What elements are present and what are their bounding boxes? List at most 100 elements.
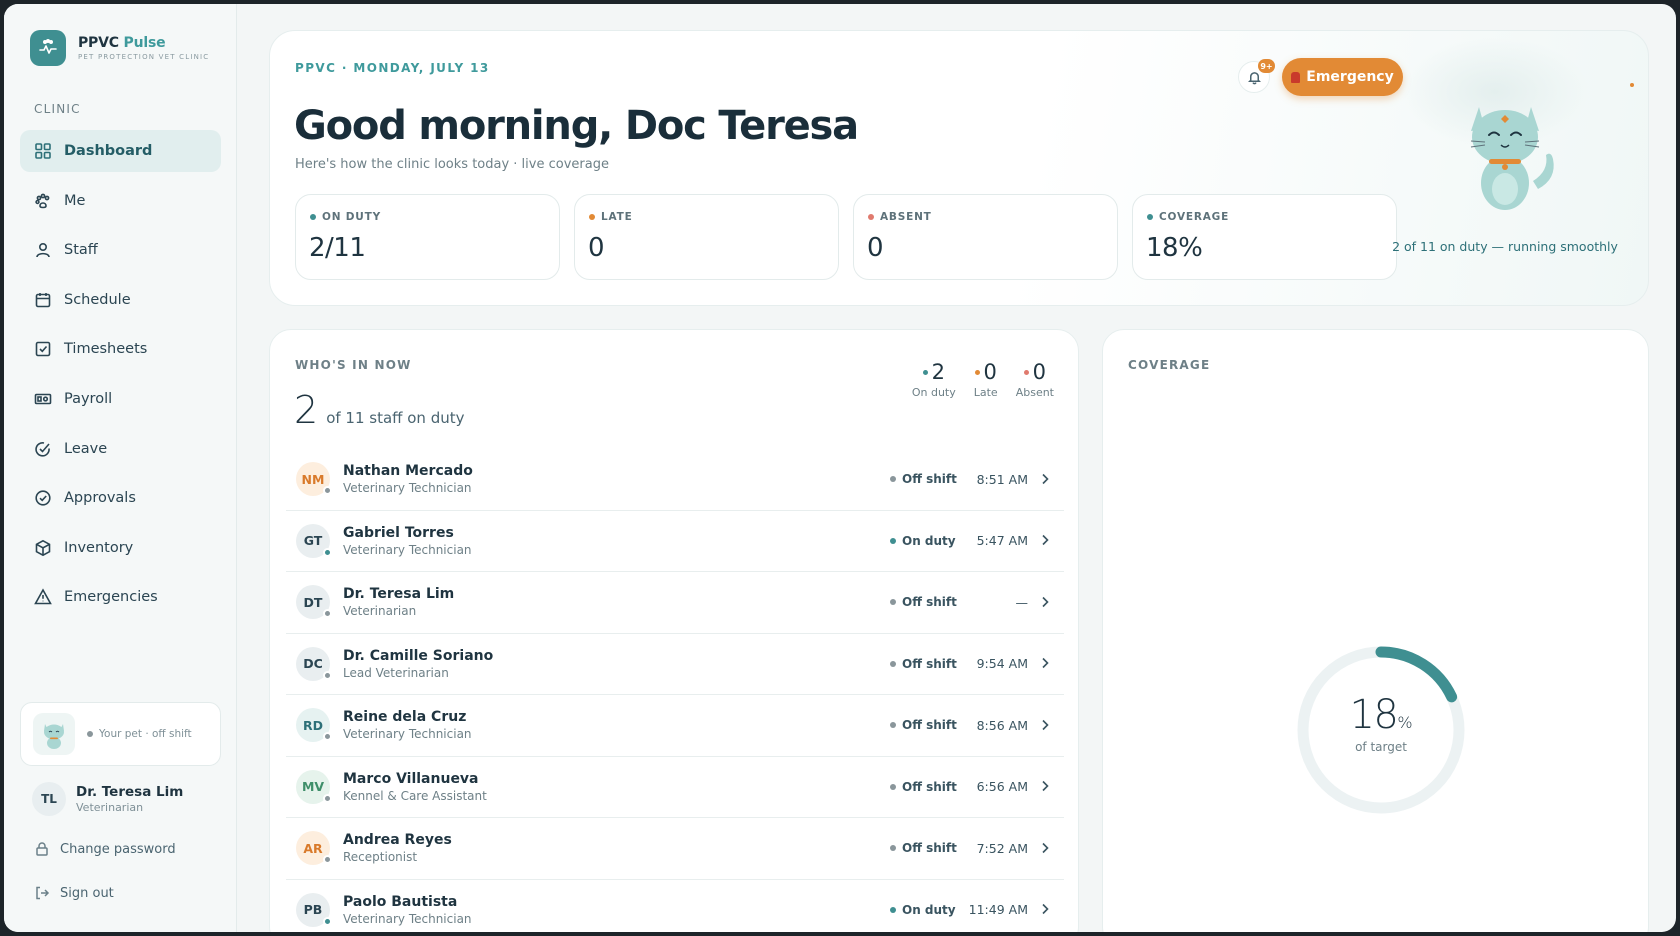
user-name: Dr. Teresa Lim bbox=[76, 784, 184, 800]
sidebar-item-approvals[interactable]: Approvals bbox=[20, 477, 221, 519]
mini-stat-absent: 0 Absent bbox=[1015, 360, 1054, 399]
staff-name: Dr. Teresa Lim bbox=[343, 586, 455, 603]
avatar: MV bbox=[296, 769, 332, 804]
stat-value: 18% bbox=[1146, 233, 1203, 263]
staff-name: Paolo Bautista bbox=[343, 893, 458, 910]
status-dot bbox=[323, 916, 332, 926]
bell-icon bbox=[1247, 71, 1261, 84]
avatar: NM bbox=[296, 462, 332, 497]
status-dot bbox=[890, 476, 896, 483]
app-window: PPVC Pulse PET PROTECTION VET CLINIC CLI… bbox=[4, 4, 1676, 932]
stat-label: LATE bbox=[589, 211, 633, 223]
stat-value: 0 bbox=[867, 233, 884, 263]
sidebar-item-emergencies[interactable]: Emergencies bbox=[20, 576, 221, 618]
cat-mascot-icon bbox=[33, 713, 75, 755]
stat-cards: ON DUTY 2/11 LATE 0 ABSENT 0 COVERAGE 18… bbox=[295, 194, 1411, 280]
sidebar-item-payroll[interactable]: Payroll bbox=[20, 378, 221, 420]
staff-name: Gabriel Torres bbox=[343, 524, 454, 541]
chevron-right-icon bbox=[1040, 716, 1050, 735]
sidebar-item-label: Approvals bbox=[64, 490, 136, 507]
sidebar-item-inventory[interactable]: Inventory bbox=[20, 527, 221, 569]
avatar: PB bbox=[296, 892, 332, 927]
avatar: AR bbox=[296, 831, 332, 866]
status-dot bbox=[87, 731, 93, 737]
sidebar-item-dashboard[interactable]: Dashboard bbox=[20, 130, 221, 172]
sidebar-item-timesheets[interactable]: Timesheets bbox=[20, 328, 221, 370]
warning-icon bbox=[34, 588, 52, 605]
sidebar-item-me[interactable]: Me bbox=[20, 180, 221, 222]
brand[interactable]: PPVC Pulse PET PROTECTION VET CLINIC bbox=[30, 30, 209, 66]
staff-row[interactable]: GT Gabriel Torres Veterinary Technician … bbox=[286, 511, 1064, 572]
sidebar-nav: Dashboard Me Staff Schedule Timesheets P… bbox=[20, 130, 221, 626]
chevron-right-icon bbox=[1040, 777, 1050, 796]
lock-icon bbox=[36, 842, 48, 856]
sidebar-item-staff[interactable]: Staff bbox=[20, 229, 221, 271]
staff-row[interactable]: DT Dr. Teresa Lim Veterinarian Off shift… bbox=[286, 572, 1064, 634]
grid-icon bbox=[35, 143, 51, 159]
stat-label: ABSENT bbox=[868, 211, 932, 223]
stat-card-late: LATE 0 bbox=[574, 194, 839, 280]
staff-row[interactable]: AR Andrea Reyes Receptionist Off shift 7… bbox=[286, 818, 1064, 880]
status-dot bbox=[890, 660, 896, 667]
clock-time: — bbox=[1015, 594, 1029, 610]
status-badge: On duty bbox=[890, 534, 956, 548]
emergency-button[interactable]: Emergency bbox=[1282, 58, 1403, 96]
staff-row[interactable]: DC Dr. Camille Soriano Lead Veterinarian… bbox=[286, 634, 1064, 695]
clock-time: 11:49 AM bbox=[968, 902, 1028, 918]
sidebar-item-label: Inventory bbox=[64, 539, 134, 556]
staff-role: Veterinary Technician bbox=[343, 481, 472, 496]
panel-title: WHO'S IN NOW bbox=[295, 358, 412, 372]
stat-card-absent: ABSENT 0 bbox=[853, 194, 1118, 280]
emergency-button-label: Emergency bbox=[1306, 69, 1394, 85]
sign-out-link[interactable]: Sign out bbox=[34, 885, 114, 901]
stat-value: 0 bbox=[588, 233, 605, 263]
avatar: GT bbox=[296, 523, 332, 558]
sign-out-icon bbox=[36, 886, 50, 900]
status-badge: Off shift bbox=[890, 780, 957, 794]
staff-name: Marco Villanueva bbox=[343, 770, 479, 787]
chevron-right-icon bbox=[1040, 470, 1050, 489]
coverage-subtitle: of target bbox=[1355, 740, 1407, 754]
status-dot bbox=[890, 845, 896, 852]
paw-icon bbox=[35, 193, 50, 208]
staff-role: Veterinary Technician bbox=[343, 542, 472, 557]
notification-badge: 9+ bbox=[1258, 59, 1275, 73]
mini-stats: 2 On duty 0 Late 0 Absent bbox=[894, 360, 1054, 399]
chevron-right-icon bbox=[1040, 593, 1050, 612]
staff-role: Veterinary Technician bbox=[343, 727, 472, 742]
avatar: RD bbox=[296, 708, 332, 743]
sidebar-item-label: Timesheets bbox=[64, 341, 148, 358]
siren-icon bbox=[1291, 71, 1301, 83]
status-badge: Off shift bbox=[890, 657, 957, 671]
status-dot bbox=[323, 855, 332, 865]
sidebar-item-leave[interactable]: Leave bbox=[20, 428, 221, 470]
chevron-right-icon bbox=[1040, 900, 1050, 919]
sidebar-item-label: Leave bbox=[64, 440, 108, 457]
status-dot bbox=[323, 732, 332, 742]
check-arrow-icon bbox=[35, 441, 50, 457]
staff-row[interactable]: MV Marco Villanueva Kennel & Care Assist… bbox=[286, 757, 1064, 818]
staff-row[interactable]: PB Paolo Bautista Veterinary Technician … bbox=[286, 880, 1064, 933]
staff-name: Dr. Camille Soriano bbox=[343, 647, 494, 664]
stat-card-coverage: COVERAGE 18% bbox=[1132, 194, 1397, 280]
status-dot bbox=[323, 486, 332, 496]
sidebar-item-label: Payroll bbox=[64, 390, 113, 407]
status-dot bbox=[1023, 369, 1029, 375]
stat-card-on-duty: ON DUTY 2/11 bbox=[295, 194, 560, 280]
chevron-right-icon bbox=[1040, 531, 1050, 550]
staff-list: NM Nathan Mercado Veterinary Technician … bbox=[286, 449, 1064, 932]
mini-stat-on-duty: 2 On duty bbox=[911, 360, 956, 399]
status-badge: Off shift bbox=[890, 472, 957, 486]
page-title: Good morning, Doc Teresa bbox=[294, 103, 859, 149]
whos-in-now-panel: WHO'S IN NOW 2 of 11 staff on duty 2 On … bbox=[269, 329, 1079, 932]
current-user[interactable]: TL Dr. Teresa Lim Veterinarian bbox=[32, 782, 183, 816]
sidebar-item-schedule[interactable]: Schedule bbox=[20, 279, 221, 321]
staff-row[interactable]: RD Reine dela Cruz Veterinary Technician… bbox=[286, 695, 1064, 757]
sidebar-item-label: Staff bbox=[64, 242, 98, 259]
nav-section-label: CLINIC bbox=[34, 102, 81, 116]
status-dot bbox=[890, 537, 896, 544]
staff-row[interactable]: NM Nathan Mercado Veterinary Technician … bbox=[286, 449, 1064, 511]
staff-name: Andrea Reyes bbox=[343, 832, 452, 849]
pet-card[interactable]: Your pet · off shift bbox=[20, 702, 221, 766]
change-password-link[interactable]: Change password bbox=[34, 841, 176, 857]
